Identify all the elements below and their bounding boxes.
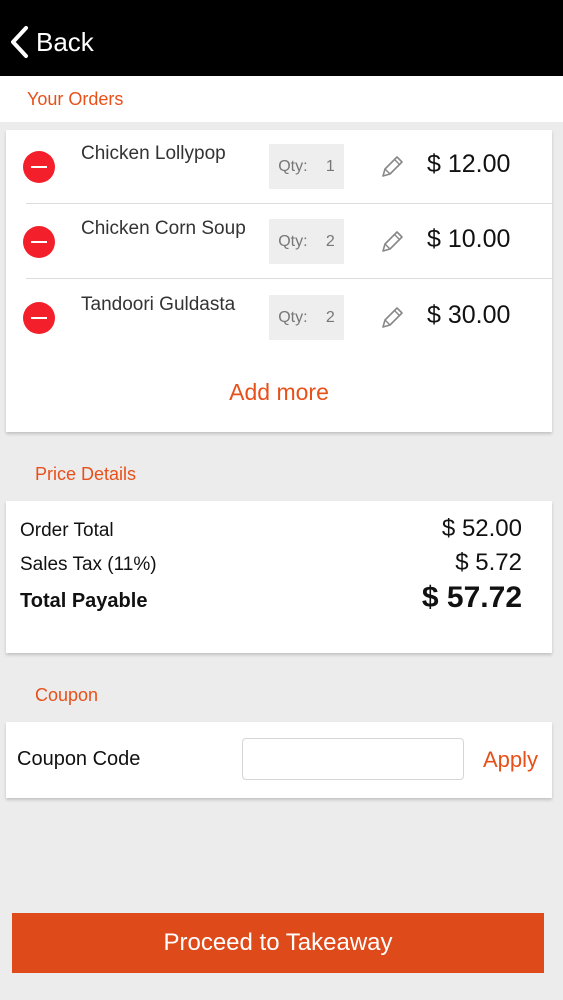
chevron-left-icon: [11, 26, 28, 58]
sales-tax-row: Sales Tax (11%) $ 5.72: [20, 549, 522, 577]
qty-label: Qty:: [278, 232, 308, 250]
order-total-label: Order Total: [20, 520, 114, 541]
item-price: $ 30.00: [427, 301, 511, 329]
price-details-title: Price Details: [35, 464, 137, 484]
item-name: Tandoori Guldasta: [81, 294, 236, 315]
sales-tax-value: $ 5.72: [455, 549, 522, 576]
order-row: Chicken Corn Soup Qty: 2 $ 10.00: [6, 205, 552, 279]
order-total-row: Order Total $ 52.00: [20, 515, 522, 543]
coupon-title: Coupon: [35, 685, 99, 705]
qty-field[interactable]: Qty: 2: [269, 219, 344, 264]
qty-label: Qty:: [278, 157, 308, 175]
orders-card: Chicken Lollypop Qty: 1 $ 12.00 Chicken …: [6, 130, 552, 432]
qty-field[interactable]: Qty: 2: [269, 295, 344, 340]
top-bar: Back: [0, 0, 563, 76]
qty-label: Qty:: [278, 308, 308, 326]
qty-field[interactable]: Qty: 1: [269, 144, 344, 189]
total-payable-row: Total Payable $ 57.72: [20, 581, 522, 615]
apply-coupon-button[interactable]: Apply: [483, 747, 538, 773]
coupon-code-label: Coupon Code: [17, 748, 141, 770]
order-row: Chicken Lollypop Qty: 1 $ 12.00: [6, 130, 552, 204]
qty-value: 2: [325, 308, 335, 326]
back-label: Back: [36, 26, 94, 57]
item-name: Chicken Corn Soup: [81, 218, 246, 239]
sales-tax-label: Sales Tax (11%): [20, 554, 157, 575]
item-price: $ 12.00: [427, 150, 511, 178]
pencil-icon[interactable]: [379, 305, 405, 331]
remove-item-button[interactable]: [23, 302, 55, 334]
price-details-card: Order Total $ 52.00 Sales Tax (11%) $ 5.…: [6, 501, 552, 653]
back-button[interactable]: Back: [8, 22, 94, 62]
qty-value: 1: [325, 157, 335, 175]
total-payable-value: $ 57.72: [421, 581, 522, 614]
remove-item-button[interactable]: [23, 226, 55, 258]
item-price: $ 10.00: [427, 225, 511, 253]
row-divider: [26, 278, 552, 279]
order-row: Tandoori Guldasta Qty: 2 $ 30.00: [6, 281, 552, 355]
proceed-to-takeaway-button[interactable]: Proceed to Takeaway: [12, 913, 544, 973]
total-payable-label: Total Payable: [20, 590, 148, 612]
pencil-icon[interactable]: [379, 229, 405, 255]
coupon-card: Coupon Code Apply: [6, 722, 552, 798]
coupon-code-input[interactable]: [242, 738, 464, 780]
item-name: Chicken Lollypop: [81, 143, 226, 164]
pencil-icon[interactable]: [379, 154, 405, 180]
remove-item-button[interactable]: [23, 151, 55, 183]
row-divider: [26, 203, 552, 204]
add-more-link[interactable]: Add more: [6, 379, 552, 406]
your-orders-title: Your Orders: [27, 89, 124, 109]
order-total-value: $ 52.00: [441, 515, 522, 542]
qty-value: 2: [325, 232, 335, 250]
